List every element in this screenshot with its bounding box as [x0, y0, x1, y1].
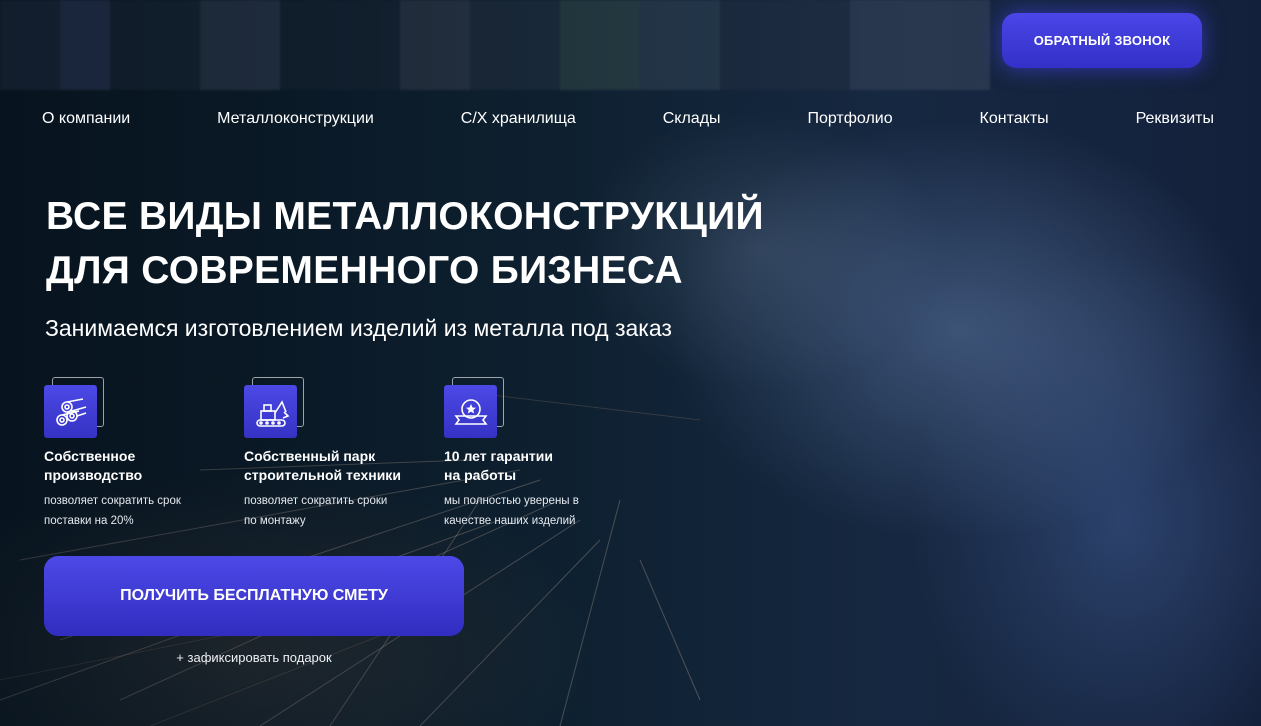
nav-item-storage[interactable]: С/Х хранилища: [461, 110, 576, 128]
nav-item-portfolio[interactable]: Портфолио: [807, 110, 892, 128]
callback-button[interactable]: ОБРАТНЫЙ ЗВОНОК: [1002, 13, 1202, 68]
gift-note: + зафиксировать подарок: [176, 650, 332, 665]
feature-warranty: 10 лет гарантии на работы мы полностью у…: [444, 377, 644, 531]
nav-item-warehouses[interactable]: Склады: [663, 110, 721, 128]
feature-description: позволяет сократить срок поставки на 20%: [44, 495, 181, 527]
page-title-line1: ВСЕ ВИДЫ МЕТАЛЛОКОНСТРУКЦИЙ: [46, 195, 764, 238]
nav-item-about[interactable]: О компании: [42, 110, 130, 128]
nav-item-requisites[interactable]: Реквизиты: [1136, 110, 1214, 128]
feature-machinery: Собственный парк строительной техники по…: [244, 377, 444, 531]
main-nav: О компании Металлоконструкции С/Х хранил…: [42, 110, 1214, 128]
page-subtitle: Занимаемся изготовлением изделий из мета…: [45, 315, 672, 341]
feature-title: Собственное производство: [44, 448, 143, 483]
pipes-icon: [44, 385, 97, 438]
page-title: ВСЕ ВИДЫ МЕТАЛЛОКОНСТРУКЦИЙ ДЛЯ СОВРЕМЕН…: [46, 190, 806, 298]
feature-description: позволяет сократить сроки по монтажу: [244, 495, 388, 527]
feature-title: Собственный парк строительной техники: [244, 448, 401, 483]
feature-description: мы полностью уверены в качестве наших из…: [444, 495, 579, 527]
header-actions: ОБРАТНЫЙ ЗВОНОК: [1002, 13, 1202, 68]
award-ribbon-icon: [444, 385, 497, 438]
nav-item-metal-structures[interactable]: Металлоконструкции: [217, 110, 374, 128]
feature-title: 10 лет гарантии на работы: [444, 448, 553, 483]
get-estimate-button[interactable]: ПОЛУЧИТЬ БЕСПЛАТНУЮ СМЕТУ: [44, 556, 464, 636]
features-list: Собственное производство позволяет сокра…: [44, 377, 644, 531]
nav-item-contacts[interactable]: Контакты: [980, 110, 1049, 128]
excavator-icon: [244, 385, 297, 438]
feature-production: Собственное производство позволяет сокра…: [44, 377, 244, 531]
page-title-line2: ДЛЯ СОВРЕМЕННОГО БИЗНЕСА: [46, 249, 683, 292]
